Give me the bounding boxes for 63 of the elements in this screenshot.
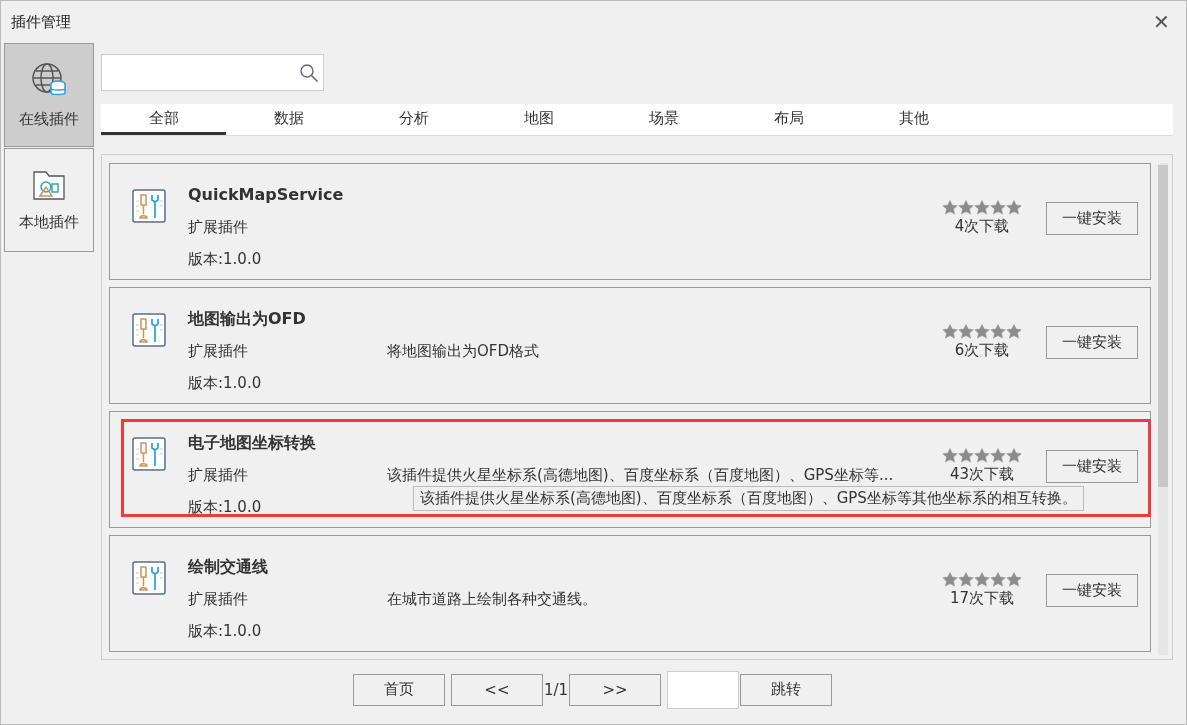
sidebar-item[interactable]: 在线插件: [4, 43, 94, 147]
tools-icon: [132, 189, 166, 223]
download-count: 4次下载: [954, 217, 1010, 236]
tools-icon: [132, 313, 166, 347]
plugin-description: 将地图输出为OFD格式: [387, 342, 539, 360]
search-icon: [299, 62, 319, 83]
star-icon: [974, 448, 990, 463]
plugin-version: 版本:1.0.0: [188, 374, 263, 392]
window-title: 插件管理: [11, 12, 71, 32]
plugin-description: 在城市道路上绘制各种交通线。: [387, 590, 597, 608]
page-indicator: 1/1: [542, 680, 570, 699]
star-icon: [942, 200, 958, 215]
sidebar-item[interactable]: 本地插件: [4, 148, 94, 252]
install-button[interactable]: 一键安装: [1046, 325, 1138, 359]
download-count: 43次下载: [949, 465, 1015, 484]
star-icon: [974, 572, 990, 587]
download-count: 17次下载: [949, 589, 1015, 608]
tools-icon: [132, 561, 166, 595]
star-icon: [974, 200, 990, 215]
star-icon: [1006, 200, 1022, 215]
star-icon: [974, 324, 990, 339]
close-button[interactable]: ✕: [1149, 10, 1174, 34]
star-icon: [990, 448, 1006, 463]
star-icon: [990, 324, 1006, 339]
plugin-description: 该插件提供火星坐标系(高德地图)、百度坐标系（百度地图）、GPS坐标等...: [387, 466, 894, 484]
plugin-type: 扩展插件: [188, 218, 249, 236]
previous-page-button[interactable]: <<: [450, 673, 543, 706]
install-button[interactable]: 一键安装: [1046, 573, 1138, 607]
star-icon: [958, 572, 974, 587]
star-icon: [990, 200, 1006, 215]
star-icon: [1006, 448, 1022, 463]
scrollbar[interactable]: [1158, 163, 1168, 655]
plugin-name: 电子地图坐标转换: [188, 434, 317, 452]
page-number-field[interactable]: [667, 670, 740, 709]
star-icon: [1006, 572, 1022, 587]
description-tooltip: 该插件提供火星坐标系(高德地图)、百度坐标系（百度地图）、GPS坐标等其他坐标系的相互转换。: [413, 486, 1084, 511]
plugin-type: 扩展插件: [188, 342, 249, 360]
plugin-name: QuickMapService: [188, 186, 345, 204]
star-icon: [958, 200, 974, 215]
star-icon: [990, 572, 1006, 587]
star-icon: [958, 448, 974, 463]
jump-button[interactable]: 跳转: [740, 673, 833, 706]
folder-icon: [32, 168, 66, 201]
plugin-name: 绘制交通线: [188, 558, 269, 576]
plugin-version: 版本:1.0.0: [188, 498, 263, 516]
first-page-button[interactable]: 首页: [352, 673, 445, 706]
install-button[interactable]: 一键安装: [1046, 201, 1138, 235]
search-field[interactable]: [101, 54, 324, 91]
plugin-type: 扩展插件: [188, 466, 249, 484]
tools-icon: [132, 437, 166, 471]
plugin-type: 扩展插件: [188, 590, 249, 608]
star-icon: [942, 448, 958, 463]
star-icon: [958, 324, 974, 339]
plugin-version: 版本:1.0.0: [188, 622, 263, 640]
next-page-button[interactable]: >>: [569, 673, 662, 706]
star-icon: [1006, 324, 1022, 339]
plugin-name: 地图输出为OFD: [188, 310, 307, 328]
star-icon: [942, 324, 958, 339]
download-count: 6次下载: [954, 341, 1010, 360]
plugin-version: 版本:1.0.0: [188, 250, 263, 268]
star-icon: [942, 572, 958, 587]
globe-database-icon: [31, 61, 67, 98]
install-button[interactable]: 一键安装: [1046, 449, 1138, 483]
